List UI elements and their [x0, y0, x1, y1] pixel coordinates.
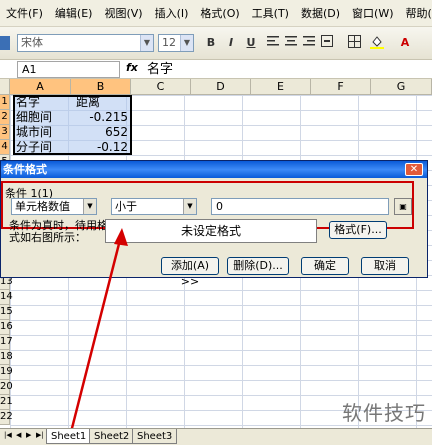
row-header[interactable]: 22: [0, 410, 13, 425]
save-icon[interactable]: [0, 36, 10, 50]
cell-b4[interactable]: -0.12: [74, 140, 130, 155]
row-header[interactable]: 18: [0, 350, 13, 365]
delete-condition-button[interactable]: 删除(D)...: [227, 257, 289, 275]
operator-select[interactable]: 小于 ▼: [111, 198, 197, 215]
sheet-tab-2[interactable]: Sheet2: [89, 429, 135, 444]
row-header[interactable]: 3: [0, 125, 10, 140]
formatting-toolbar: 宋体 ▼ 12 ▼ B I U A: [0, 27, 432, 60]
chevron-down-icon[interactable]: ▼: [183, 199, 196, 214]
conditional-format-dialog: 条件格式 ✕ 条件 1(1) 单元格数值 ▼ 小于 ▼ 0 ▣ 条件为真时，待用…: [0, 160, 428, 288]
row-header[interactable]: 16: [0, 320, 13, 335]
menu-bar: 文件(F) 编辑(E) 视图(V) 插入(I) 格式(O) 工具(T) 数据(D…: [0, 0, 432, 27]
format-preview: 未设定格式: [105, 219, 317, 243]
italic-button[interactable]: I: [224, 35, 238, 51]
dialog-titlebar[interactable]: 条件格式 ✕: [1, 161, 427, 178]
font-color-icon[interactable]: A: [396, 35, 414, 51]
menu-file[interactable]: 文件(F): [0, 0, 49, 27]
column-header-a[interactable]: A: [10, 79, 71, 95]
first-sheet-icon[interactable]: |◀: [4, 431, 12, 439]
row-header[interactable]: 17: [0, 335, 13, 350]
underline-button[interactable]: U: [244, 35, 258, 51]
row-header[interactable]: 21: [0, 395, 13, 410]
sheet-tab-bar: |◀ ◀ ▶ ▶| Sheet1 Sheet2 Sheet3: [0, 428, 432, 445]
row-header[interactable]: 1: [0, 95, 10, 110]
menu-window[interactable]: 窗口(W): [346, 0, 399, 27]
row-header[interactable]: 20: [0, 380, 13, 395]
row-header[interactable]: 19: [0, 365, 13, 380]
watermark: 软件技巧: [342, 401, 426, 425]
menu-tools[interactable]: 工具(T): [246, 0, 295, 27]
row-header[interactable]: 4: [0, 140, 10, 155]
condition-value-input[interactable]: 0: [211, 198, 389, 215]
menu-data[interactable]: 数据(D): [295, 0, 346, 27]
column-header-f[interactable]: F: [311, 79, 371, 95]
cancel-button[interactable]: 取消: [361, 257, 409, 275]
chevron-down-icon[interactable]: ▼: [83, 199, 96, 214]
formula-bar: A1 fx 名字: [0, 60, 432, 79]
format-button[interactable]: 格式(F)...: [329, 221, 387, 239]
sheet-tab-3[interactable]: Sheet3: [132, 429, 178, 444]
last-sheet-icon[interactable]: ▶|: [36, 431, 44, 439]
dialog-title: 条件格式: [3, 163, 47, 176]
align-center-icon[interactable]: [284, 35, 298, 51]
font-size-value: 12: [162, 36, 176, 49]
align-left-icon[interactable]: [266, 35, 280, 51]
cell-b1[interactable]: 距离: [74, 95, 130, 110]
sheet-tab-1[interactable]: Sheet1: [46, 429, 92, 444]
select-all-corner[interactable]: [0, 79, 10, 95]
next-sheet-icon[interactable]: ▶: [26, 431, 31, 439]
font-name-value: 宋体: [21, 36, 43, 49]
fill-color-icon[interactable]: [368, 35, 386, 51]
cell-a4[interactable]: 分子间: [14, 140, 70, 155]
column-header-g[interactable]: G: [371, 79, 432, 95]
cell-b2[interactable]: -0.215: [74, 110, 130, 125]
close-icon[interactable]: ✕: [405, 163, 423, 176]
operator-value: 小于: [115, 200, 137, 213]
chevron-down-icon[interactable]: ▼: [180, 35, 193, 51]
add-condition-button[interactable]: 添加(A) >>: [161, 257, 219, 288]
column-header-b[interactable]: B: [71, 79, 131, 95]
ok-button[interactable]: 确定: [301, 257, 349, 275]
row-header[interactable]: 2: [0, 110, 10, 125]
cell-a1[interactable]: 名字: [14, 95, 70, 110]
column-header-e[interactable]: E: [251, 79, 311, 95]
menu-edit[interactable]: 编辑(E): [49, 0, 99, 27]
cell-a3[interactable]: 城市间: [14, 125, 70, 140]
menu-insert[interactable]: 插入(I): [149, 0, 195, 27]
cell-a2[interactable]: 细胞间: [14, 110, 70, 125]
name-box[interactable]: A1: [17, 61, 120, 78]
chevron-down-icon[interactable]: ▼: [140, 35, 153, 51]
menu-view[interactable]: 视图(V): [98, 0, 148, 27]
row-header[interactable]: 15: [0, 305, 13, 320]
range-select-icon[interactable]: ▣: [394, 198, 412, 215]
formula-input[interactable]: 名字: [147, 60, 173, 79]
column-header-c[interactable]: C: [131, 79, 191, 95]
column-header-d[interactable]: D: [191, 79, 251, 95]
bold-button[interactable]: B: [204, 35, 218, 51]
condition-type-value: 单元格数值: [15, 200, 70, 213]
font-size-combo[interactable]: 12 ▼: [158, 34, 194, 52]
condition-type-select[interactable]: 单元格数值 ▼: [11, 198, 97, 215]
cell-b3[interactable]: 652: [74, 125, 130, 140]
row-header[interactable]: 14: [0, 290, 13, 305]
merge-center-icon[interactable]: [320, 35, 334, 51]
menu-format[interactable]: 格式(O): [194, 0, 245, 27]
prev-sheet-icon[interactable]: ◀: [16, 431, 21, 439]
preview-label: 条件为真时，待用格式如右图所示：: [9, 219, 108, 244]
borders-icon[interactable]: [346, 35, 362, 51]
menu-help[interactable]: 帮助(H): [400, 0, 432, 27]
fx-icon[interactable]: fx: [126, 61, 138, 74]
font-name-combo[interactable]: 宋体 ▼: [17, 34, 154, 52]
align-right-icon[interactable]: [302, 35, 316, 51]
